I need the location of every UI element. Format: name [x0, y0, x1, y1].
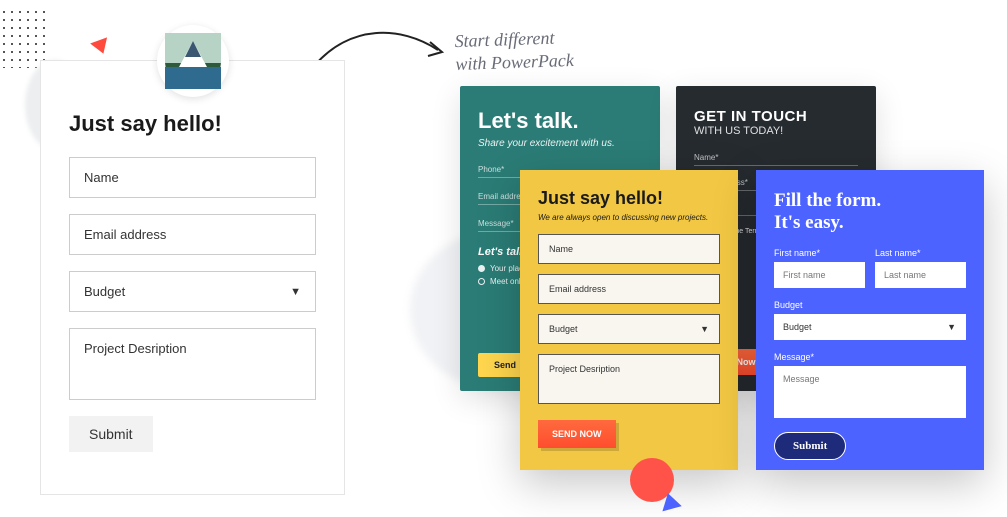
yellow-description-textarea[interactable]: Project Desription — [538, 354, 720, 404]
blue-contact-form: Fill the form. It's easy. First name* Fi… — [756, 170, 984, 470]
yellow-email-input[interactable]: Email address — [538, 274, 720, 304]
dark-title: GET IN TOUCH — [694, 108, 858, 125]
mountain-icon — [165, 33, 221, 89]
handwriting-line-2: with PowerPack — [455, 50, 574, 74]
decoration-triangle-blue — [658, 491, 681, 512]
blue-budget-label: Budget — [774, 300, 966, 310]
blue-submit-button[interactable]: Submit — [774, 432, 846, 460]
avatar — [157, 25, 229, 97]
main-form-title: Just say hello! — [69, 111, 316, 137]
chevron-down-icon: ▼ — [290, 286, 301, 298]
dark-name-label: Name* — [694, 153, 858, 162]
blue-title-line-2: It's easy. — [774, 212, 844, 233]
submit-button[interactable]: Submit — [69, 416, 153, 452]
description-textarea[interactable]: Project Desription — [69, 328, 316, 400]
yellow-desc-placeholder: Project Desription — [549, 364, 620, 374]
teal-subtitle: Share your excitement with us. — [478, 138, 642, 149]
name-input[interactable]: Name — [69, 157, 316, 198]
email-input[interactable]: Email address — [69, 214, 316, 255]
radio-filled-icon — [478, 265, 485, 272]
blue-firstname-input[interactable]: First name — [774, 262, 865, 288]
blue-title: Fill the form. It's easy. — [774, 190, 966, 234]
blue-last-placeholder: Last name — [884, 270, 926, 280]
blue-budget-placeholder: Budget — [783, 322, 812, 332]
yellow-contact-form: Just say hello! We are always open to di… — [520, 170, 738, 470]
handwriting-caption: Start different with PowerPack — [454, 26, 574, 77]
yellow-budget-placeholder: Budget — [549, 324, 578, 334]
name-placeholder: Name — [84, 170, 119, 185]
dark-subtitle: WITH US TODAY! — [694, 125, 858, 137]
yellow-send-button[interactable]: SEND NOW — [538, 420, 616, 448]
yellow-title: Just say hello! — [538, 188, 720, 209]
blue-firstname-label: First name* — [774, 248, 865, 258]
decoration-triangle-red — [90, 37, 112, 56]
blue-message-label: Message* — [774, 352, 966, 362]
main-contact-form: Just say hello! Name Email address Budge… — [40, 60, 345, 495]
budget-placeholder: Budget — [84, 284, 125, 299]
blue-budget-select[interactable]: Budget ▼ — [774, 314, 966, 340]
teal-title: Let's talk. — [478, 108, 642, 134]
blue-message-textarea[interactable]: Message — [774, 366, 966, 418]
blue-message-placeholder: Message — [783, 374, 820, 384]
blue-first-placeholder: First name — [783, 270, 826, 280]
dark-name-input[interactable] — [694, 165, 858, 166]
chevron-down-icon: ▼ — [700, 324, 709, 334]
yellow-email-placeholder: Email address — [549, 284, 606, 294]
yellow-budget-select[interactable]: Budget ▼ — [538, 314, 720, 344]
chevron-down-icon: ▼ — [947, 322, 956, 332]
email-placeholder: Email address — [84, 227, 166, 242]
handwriting-line-1: Start different — [454, 28, 554, 51]
yellow-name-placeholder: Name — [549, 244, 573, 254]
budget-select[interactable]: Budget ▼ — [69, 271, 316, 312]
blue-lastname-input[interactable]: Last name — [875, 262, 966, 288]
blue-title-line-1: Fill the form. — [774, 190, 881, 211]
decoration-dots — [0, 8, 50, 68]
blue-lastname-label: Last name* — [875, 248, 966, 258]
description-placeholder: Project Desription — [84, 341, 187, 356]
yellow-subtitle: We are always open to discussing new pro… — [538, 213, 720, 222]
yellow-name-input[interactable]: Name — [538, 234, 720, 264]
radio-empty-icon — [478, 278, 485, 285]
